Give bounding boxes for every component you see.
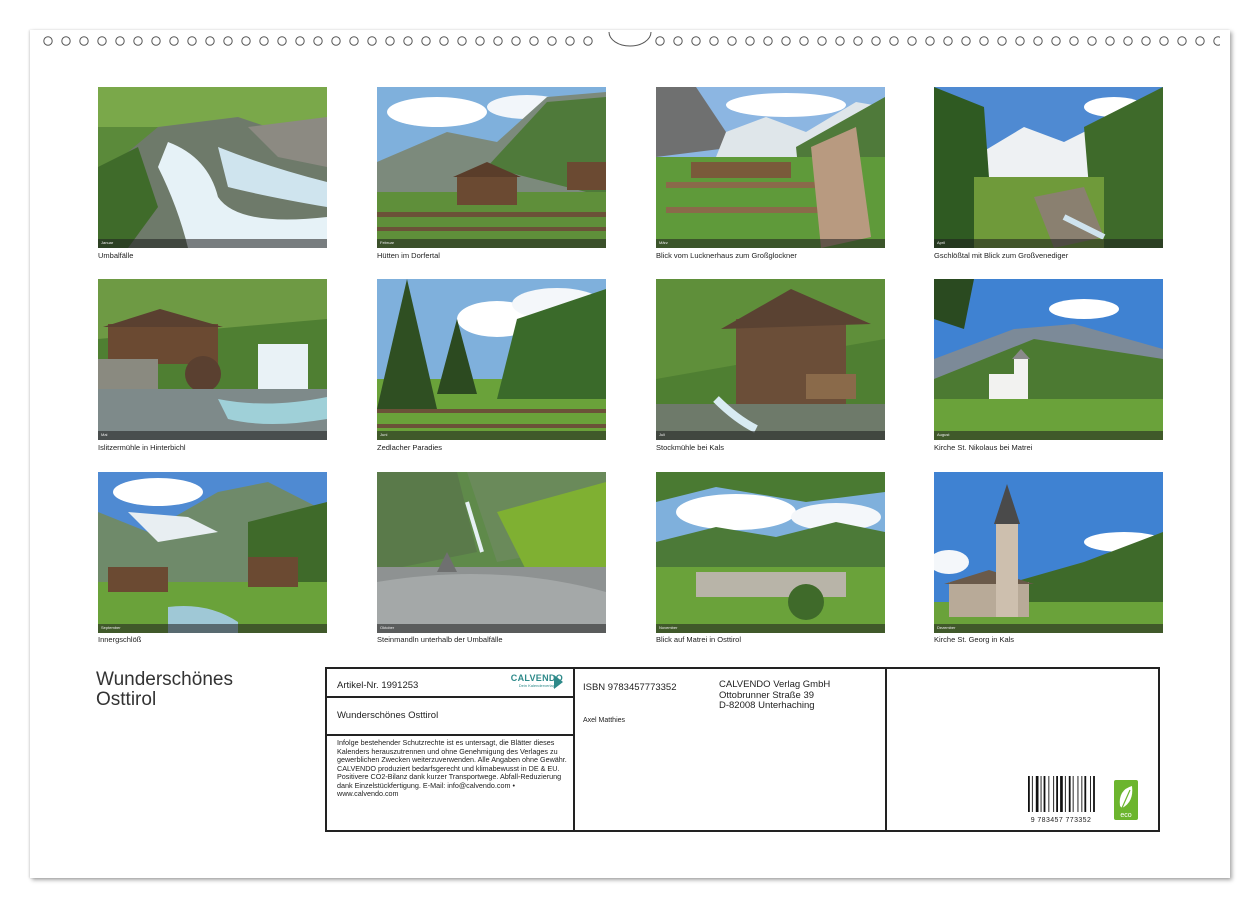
photo-huetten-dorfertal: Februar (377, 87, 606, 248)
caption: Islitzermühle in Hinterbichl (98, 443, 186, 452)
caption: Innergschlöß (98, 635, 142, 644)
product-title: Wunderschönes Osttirol (337, 710, 439, 721)
photo-stockmuehle-kals: Juli (656, 279, 885, 440)
caption: Stockmühle bei Kals (656, 443, 724, 452)
calendar-strip: September (98, 624, 327, 633)
spiral-binding-holes (40, 32, 1220, 50)
title-line-2: Osttirol (96, 689, 157, 710)
calendar-strip: August (934, 431, 1163, 440)
legal-notice: Infolge bestehender Schutzrechte ist es … (337, 738, 567, 798)
calvendo-logo-icon (554, 675, 563, 689)
caption: Kirche St. Nikolaus bei Matrei (934, 443, 1033, 452)
article-number: Artikel-Nr. 1991253 (337, 680, 419, 691)
calendar-strip: Juni (377, 431, 606, 440)
caption: Umbalfälle (98, 251, 134, 260)
caption: Blick auf Matrei in Osttirol (656, 635, 742, 644)
calendar-strip: Juli (656, 431, 885, 440)
calendar-strip: November (656, 624, 885, 633)
photo-islitzermuehle: Mai (98, 279, 327, 440)
photo-matrei-osttirol: November (656, 472, 885, 633)
info-column-left: Artikel-Nr. 1991253 CALVENDO Dein Kalend… (327, 669, 575, 830)
photo-umbalfaelle: Januar (98, 87, 327, 248)
article-row: Artikel-Nr. 1991253 CALVENDO Dein Kalend… (327, 669, 573, 698)
title-line-1: Wunderschönes (96, 669, 233, 690)
eco-leaf-icon: eco (1114, 780, 1138, 820)
calendar-strip: Mai (98, 431, 327, 440)
calendar-strip: Oktober (377, 624, 606, 633)
isbn: ISBN 9783457773352 (583, 682, 677, 693)
caption: Zedlacher Paradies (377, 443, 443, 452)
barcode-number: 9 783457 773352 (1030, 817, 1092, 824)
calendar-strip: März (656, 239, 885, 248)
author: Axel Matthies (583, 717, 626, 724)
caption: Kirche St. Georg in Kals (934, 635, 1015, 644)
photo-kirche-st-nikolaus: August (934, 279, 1163, 440)
photo-zedlacher-paradies: Juni (377, 279, 606, 440)
publisher-address: CALVENDO Verlag GmbH Ottobrunner Straße … (719, 679, 831, 711)
calendar-strip: Januar (98, 239, 327, 248)
caption: Hütten im Dorfertal (377, 251, 440, 260)
caption: Blick vom Lucknerhaus zum Großglockner (656, 251, 797, 260)
barcode: 9 783457 773352 (1026, 776, 1108, 824)
caption: Gschlößtal mit Blick zum Großvenediger (934, 251, 1069, 260)
calendar-strip: Dezember (934, 624, 1163, 633)
photo-steinmandln: Oktober (377, 472, 606, 633)
photo-innergschloess: September (98, 472, 327, 633)
calendar-strip: Februar (377, 239, 606, 248)
calendar-title: Wunderschönes Osttirol (96, 670, 233, 710)
photo-kirche-st-georg: Dezember (934, 472, 1163, 633)
publisher-info-box: Artikel-Nr. 1991253 CALVENDO Dein Kalend… (325, 667, 1160, 832)
title-row: Wunderschönes Osttirol (327, 698, 573, 736)
caption: Steinmandln unterhalb der Umbalfälle (377, 635, 503, 644)
info-column-middle: ISBN 9783457773352 Axel Matthies CALVEND… (573, 669, 887, 830)
photo-lucknerhaus-grossglockner: März (656, 87, 885, 248)
calendar-strip: April (934, 239, 1163, 248)
photo-gschloesstal-grossvenediger: April (934, 87, 1163, 248)
